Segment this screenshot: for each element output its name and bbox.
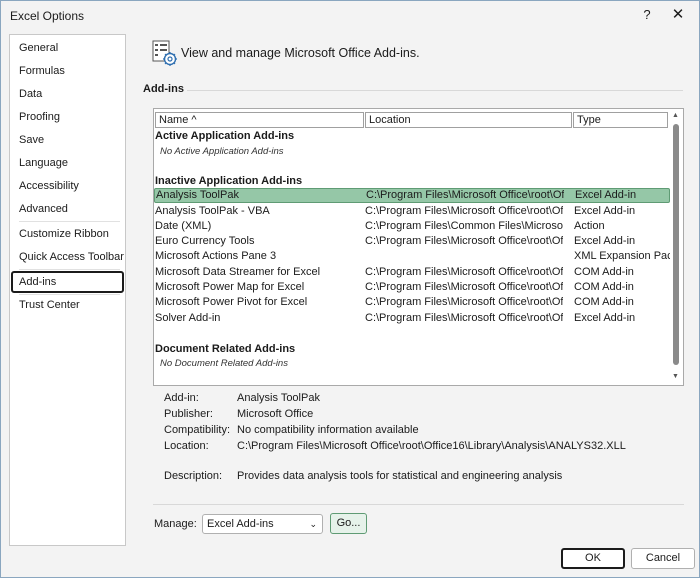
- detail-value-description: Provides data analysis tools for statist…: [237, 470, 563, 482]
- cell-type: Action: [574, 220, 605, 232]
- chevron-down-icon: ⌄: [309, 519, 317, 529]
- cell-type: XML Expansion Pack: [574, 250, 670, 262]
- cell-type: COM Add-in: [574, 281, 634, 293]
- options-navigation: General Formulas Data Proofing Save Lang…: [9, 34, 126, 546]
- cell-type: Excel Add-in: [574, 312, 636, 324]
- scroll-up-icon[interactable]: ▲: [672, 112, 679, 119]
- column-header-name[interactable]: Name ^: [155, 112, 364, 128]
- nav-item-language[interactable]: Language: [11, 152, 124, 174]
- cell-name: Microsoft Data Streamer for Excel: [155, 266, 321, 278]
- table-row[interactable]: Microsoft Power Map for Excel C:\Program…: [154, 280, 670, 295]
- footer-divider: [153, 504, 684, 505]
- addins-gear-icon: [152, 40, 177, 66]
- cell-location: C:\Program Files\Microsoft Office\root\O…: [366, 189, 564, 201]
- nav-divider: [19, 221, 120, 222]
- nav-item-formulas[interactable]: Formulas: [11, 60, 124, 82]
- addins-list[interactable]: Name ^ Location Type Active Application …: [153, 108, 684, 386]
- cell-name: Date (XML): [155, 220, 212, 232]
- group-title-active: Active Application Add-ins: [155, 130, 295, 142]
- section-divider: [187, 90, 683, 91]
- table-row[interactable]: Date (XML) C:\Program Files\Common Files…: [154, 219, 670, 234]
- ok-button[interactable]: OK: [561, 548, 625, 569]
- detail-label-addin: Add-in:: [164, 392, 199, 404]
- table-row[interactable]: Solver Add-in C:\Program Files\Microsoft…: [154, 311, 670, 326]
- table-row[interactable]: Euro Currency Tools C:\Program Files\Mic…: [154, 234, 670, 249]
- detail-value-publisher: Microsoft Office: [237, 408, 314, 420]
- detail-value-addin: Analysis ToolPak: [237, 392, 320, 404]
- vertical-scrollbar[interactable]: ▲ ▼: [671, 112, 682, 384]
- detail-value-compatibility: No compatibility information available: [237, 424, 419, 436]
- table-row[interactable]: Microsoft Actions Pane 3 XML Expansion P…: [154, 249, 670, 264]
- cell-name: Microsoft Actions Pane 3: [155, 250, 277, 262]
- cell-location: C:\Program Files\Microsoft Office\root\O…: [365, 281, 563, 293]
- cell-location: C:\Program Files\Microsoft Office\root\O…: [365, 235, 563, 247]
- nav-item-advanced[interactable]: Advanced: [11, 198, 124, 220]
- nav-item-general[interactable]: General: [11, 37, 124, 59]
- cell-type: Excel Add-in: [574, 235, 636, 247]
- nav-item-accessibility[interactable]: Accessibility: [11, 175, 124, 197]
- cancel-button[interactable]: Cancel: [631, 548, 695, 569]
- cell-name: Solver Add-in: [155, 312, 221, 324]
- title-bar: Excel Options ? ✕: [1, 1, 699, 31]
- nav-item-data[interactable]: Data: [11, 83, 124, 105]
- group-empty-active: No Active Application Add-ins: [160, 146, 284, 157]
- table-row[interactable]: Analysis ToolPak C:\Program Files\Micros…: [154, 188, 670, 203]
- table-row[interactable]: Analysis ToolPak - VBA C:\Program Files\…: [154, 204, 670, 219]
- table-row[interactable]: Microsoft Data Streamer for Excel C:\Pro…: [154, 265, 670, 280]
- cell-location: C:\Program Files\Common Files\Microsoft: [365, 220, 563, 232]
- cell-location: C:\Program Files\Microsoft Office\root\O…: [365, 266, 563, 278]
- section-title: Add-ins: [143, 83, 184, 95]
- cell-type: Excel Add-in: [575, 189, 637, 201]
- page-header: View and manage Microsoft Office Add-ins…: [181, 46, 420, 60]
- table-row[interactable]: Microsoft Power Pivot for Excel C:\Progr…: [154, 295, 670, 310]
- detail-label-description: Description:: [164, 470, 223, 482]
- cell-name: Microsoft Power Pivot for Excel: [155, 296, 308, 308]
- group-title-inactive: Inactive Application Add-ins: [155, 175, 303, 187]
- nav-divider: [19, 269, 120, 270]
- detail-value-location: C:\Program Files\Microsoft Office\root\O…: [237, 440, 626, 452]
- nav-item-save[interactable]: Save: [11, 129, 124, 151]
- manage-dropdown-value: Excel Add-ins: [207, 518, 274, 530]
- column-header-location[interactable]: Location: [365, 112, 572, 128]
- cell-name: Euro Currency Tools: [155, 235, 255, 247]
- nav-item-customize-ribbon[interactable]: Customize Ribbon: [11, 223, 124, 245]
- cell-name: Analysis ToolPak: [156, 189, 239, 201]
- excel-options-dialog: Excel Options ? ✕ General Formulas Data …: [0, 0, 700, 578]
- nav-item-quick-access-toolbar[interactable]: Quick Access Toolbar: [11, 246, 124, 268]
- nav-item-proofing[interactable]: Proofing: [11, 106, 124, 128]
- cell-type: Excel Add-in: [574, 205, 636, 217]
- group-title-document: Document Related Add-ins: [155, 343, 296, 355]
- manage-dropdown[interactable]: Excel Add-ins ⌄: [202, 514, 323, 534]
- cell-type: COM Add-in: [574, 266, 634, 278]
- cell-location: C:\Program Files\Microsoft Office\root\O…: [365, 312, 563, 324]
- manage-label: Manage:: [154, 518, 197, 530]
- scrollbar-thumb[interactable]: [673, 124, 679, 365]
- detail-label-publisher: Publisher:: [164, 408, 213, 420]
- cell-name: Analysis ToolPak - VBA: [155, 205, 270, 217]
- cell-location: C:\Program Files\Microsoft Office\root\O…: [365, 205, 563, 217]
- nav-item-add-ins[interactable]: Add-ins: [11, 271, 124, 293]
- column-header-type[interactable]: Type: [573, 112, 668, 128]
- detail-label-compatibility: Compatibility:: [164, 424, 231, 436]
- cell-location: C:\Program Files\Microsoft Office\root\O…: [365, 296, 563, 308]
- group-empty-document: No Document Related Add-ins: [160, 358, 288, 369]
- window-title: Excel Options: [10, 9, 85, 23]
- go-button[interactable]: Go...: [330, 513, 367, 534]
- nav-item-trust-center[interactable]: Trust Center: [11, 294, 124, 316]
- help-icon[interactable]: ?: [637, 5, 657, 25]
- close-icon[interactable]: ✕: [667, 5, 689, 25]
- scroll-down-icon[interactable]: ▼: [672, 373, 679, 380]
- cell-name: Microsoft Power Map for Excel: [155, 281, 305, 293]
- cell-type: COM Add-in: [574, 296, 634, 308]
- detail-label-location: Location:: [164, 440, 209, 452]
